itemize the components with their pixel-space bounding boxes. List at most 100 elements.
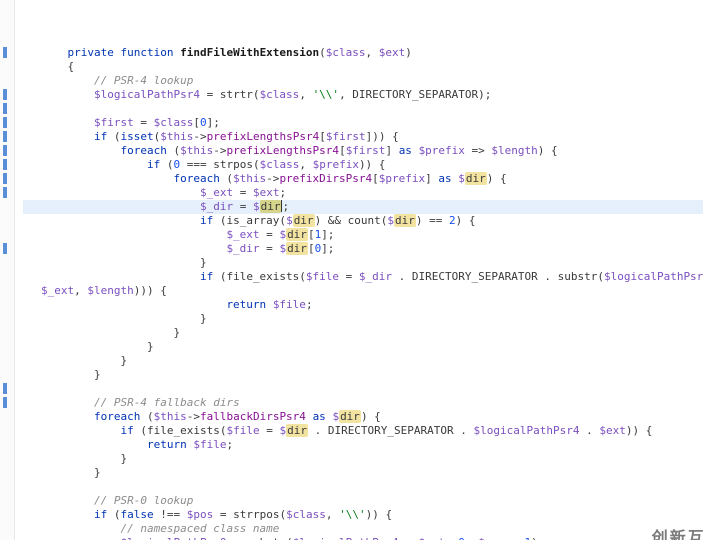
- token-var: $first: [94, 116, 134, 129]
- token-var: $_ext: [200, 186, 233, 199]
- token-var: $logicalPathPsr4: [293, 536, 399, 540]
- token-kw: function: [120, 46, 173, 59]
- token-kw: if: [200, 214, 213, 227]
- editor-gutter[interactable]: [0, 0, 15, 540]
- token-var: $: [286, 214, 293, 227]
- gutter-change-marker[interactable]: [3, 187, 7, 198]
- token-fn: findFileWithExtension: [180, 46, 319, 59]
- gutter-change-marker[interactable]: [3, 145, 7, 156]
- token-kw: foreach: [120, 144, 166, 157]
- token-prop: prefixDirsPsr4: [279, 172, 372, 185]
- text-caret: [281, 200, 282, 212]
- code-line[interactable]: return $file;: [23, 438, 703, 452]
- code-line[interactable]: $_ext, $length))) {: [23, 284, 703, 298]
- code-line[interactable]: $_ext = $ext;: [23, 186, 703, 200]
- gutter-change-marker[interactable]: [3, 383, 7, 394]
- token-hi: dir: [286, 424, 308, 437]
- token-var: $file: [226, 424, 259, 437]
- code-line[interactable]: [23, 480, 703, 494]
- gutter-change-marker[interactable]: [3, 47, 7, 58]
- token-var: $logicalPathPsr4: [604, 270, 703, 283]
- code-line[interactable]: }: [23, 466, 703, 480]
- token-str: '\\': [313, 88, 340, 101]
- token-var: $file: [273, 298, 306, 311]
- token-kw: if: [94, 508, 107, 521]
- token-var: $class: [260, 158, 300, 171]
- token-hi: dir: [286, 242, 308, 255]
- code-line[interactable]: $_dir = $dir[0];: [23, 242, 703, 256]
- token-num: 2: [449, 214, 456, 227]
- code-line[interactable]: if (false !== $pos = strrpos($class, '\\…: [23, 508, 703, 522]
- token-kw: foreach: [173, 172, 219, 185]
- code-line[interactable]: {: [23, 60, 703, 74]
- code-line[interactable]: // namespaced class name: [23, 522, 703, 536]
- token-kw: as: [313, 410, 326, 423]
- code-line[interactable]: foreach ($this->prefixLengthsPsr4[$first…: [23, 144, 703, 158]
- code-line[interactable]: }: [23, 354, 703, 368]
- code-line[interactable]: }: [23, 340, 703, 354]
- gutter-change-marker[interactable]: [3, 89, 7, 100]
- gutter-change-marker[interactable]: [3, 159, 7, 170]
- token-var: $logicalPathPsr4: [94, 88, 200, 101]
- code-line[interactable]: }: [23, 256, 703, 270]
- code-line[interactable]: if (isset($this->prefixLengthsPsr4[$firs…: [23, 130, 703, 144]
- token-num: 0: [200, 116, 207, 129]
- code-line[interactable]: if (0 === strpos($class, $prefix)) {: [23, 158, 703, 172]
- token-var: $file: [193, 438, 226, 451]
- code-line[interactable]: return $file;: [23, 298, 703, 312]
- code-line[interactable]: foreach ($this->prefixDirsPsr4[$prefix] …: [23, 172, 703, 186]
- token-var: $_dir: [200, 200, 233, 213]
- token-num: 0: [458, 536, 465, 540]
- code-line[interactable]: // PSR-0 lookup: [23, 494, 703, 508]
- gutter-change-marker[interactable]: [3, 243, 7, 254]
- gutter-change-marker[interactable]: [3, 131, 7, 142]
- code-line[interactable]: }: [23, 368, 703, 382]
- token-kw: private: [68, 46, 114, 59]
- code-line[interactable]: // PSR-4 lookup: [23, 74, 703, 88]
- token-cmt: // PSR-4 fallback dirs: [94, 396, 240, 409]
- code-line[interactable]: }: [23, 326, 703, 340]
- code-line[interactable]: $logicalPathPsr0 = substr($logicalPathPs…: [23, 536, 703, 540]
- code-line[interactable]: foreach ($this->fallbackDirsPsr4 as $dir…: [23, 410, 703, 424]
- code-line[interactable]: $first = $class[0];: [23, 116, 703, 130]
- token-var: $length: [491, 144, 537, 157]
- token-var: $ext: [253, 186, 280, 199]
- code-line[interactable]: if (is_array($dir) && count($dir) == 2) …: [23, 214, 703, 228]
- token-cmt: // PSR-0 lookup: [94, 494, 193, 507]
- gutter-change-marker[interactable]: [3, 397, 7, 408]
- token-kw: foreach: [94, 410, 140, 423]
- token-kw: as: [399, 144, 412, 157]
- code-editor[interactable]: 创新互联 CHUANG XIN HU LIAN private function…: [0, 0, 703, 540]
- token-num: 0: [173, 158, 180, 171]
- code-line[interactable]: }: [23, 312, 703, 326]
- token-var: $ext: [419, 536, 446, 540]
- code-line[interactable]: $_dir = $dir;: [23, 200, 703, 214]
- token-hi: dir: [465, 172, 487, 185]
- code-line[interactable]: $logicalPathPsr4 = strtr($class, '\\', D…: [23, 88, 703, 102]
- token-hi: dir: [293, 214, 315, 227]
- token-var: $prefix: [313, 158, 359, 171]
- code-line[interactable]: // PSR-4 fallback dirs: [23, 396, 703, 410]
- token-var: $this: [233, 172, 266, 185]
- gutter-change-marker[interactable]: [3, 173, 7, 184]
- gutter-change-marker[interactable]: [3, 103, 7, 114]
- token-var: $prefix: [419, 144, 465, 157]
- token-var: $_dir: [226, 242, 259, 255]
- token-str: '\\': [339, 508, 366, 521]
- token-var: $class: [286, 508, 326, 521]
- code-line[interactable]: $_ext = $dir[1];: [23, 228, 703, 242]
- token-hi-sel: dir: [260, 200, 282, 213]
- gutter-change-marker[interactable]: [3, 117, 7, 128]
- code-area[interactable]: 创新互联 CHUANG XIN HU LIAN private function…: [15, 0, 703, 540]
- code-line[interactable]: if (file_exists($file = $_dir . DIRECTOR…: [23, 270, 703, 284]
- code-line[interactable]: private function findFileWithExtension($…: [23, 46, 703, 60]
- code-line[interactable]: }: [23, 452, 703, 466]
- code-line[interactable]: [23, 382, 703, 396]
- token-var: $: [253, 200, 260, 213]
- token-prop: prefixLengthsPsr4: [207, 130, 320, 143]
- token-var: $pos: [187, 508, 214, 521]
- token-var: $this: [180, 144, 213, 157]
- code-line[interactable]: if (file_exists($file = $dir . DIRECTORY…: [23, 424, 703, 438]
- token-var: $class: [154, 116, 194, 129]
- code-line[interactable]: [23, 102, 703, 116]
